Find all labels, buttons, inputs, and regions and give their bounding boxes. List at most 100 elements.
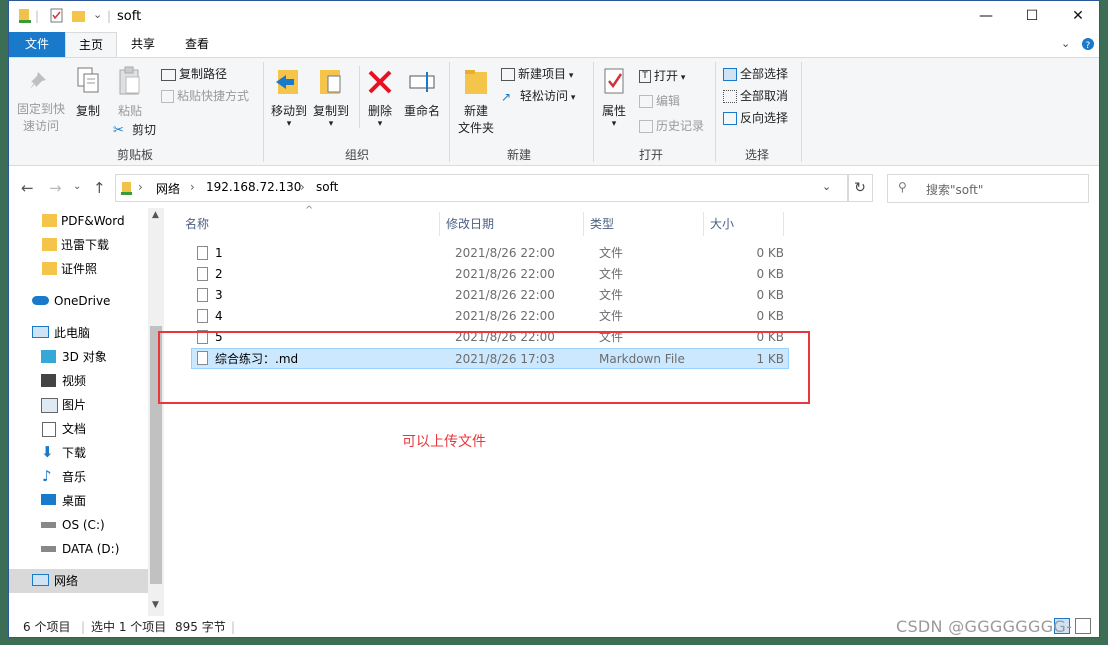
cut-button[interactable]: ✂ 剪切 [113,120,156,140]
new-item-button[interactable]: 新建项目 ▾ [501,64,573,84]
column-divider[interactable] [703,212,704,236]
easy-access-button[interactable]: ↗ 轻松访问 ▾ [501,86,575,106]
select-all-button[interactable]: 全部选择 [723,64,788,84]
file-size: 0 KB [756,267,784,281]
nav-item-videos[interactable]: 视频 [9,369,148,393]
new-item-label: 新建项目 [518,67,567,81]
nav-item-downloads[interactable]: ⬇ 下载 [9,441,148,465]
tab-file[interactable]: 文件 [9,32,65,57]
group-divider [263,62,264,162]
column-divider[interactable] [583,212,584,236]
scroll-down-icon[interactable]: ▼ [152,600,159,610]
qa-dropdown-icon[interactable]: ⌄ [93,8,102,21]
nav-item-3d-objects[interactable]: 3D 对象 [9,345,148,369]
rename-button[interactable]: 重命名 [401,66,443,120]
file-modified: 2021/8/26 22:00 [455,288,555,302]
address-dropdown-icon[interactable]: ⌄ [822,180,831,193]
nav-scrollbar[interactable]: ▲ ▼ [148,208,164,616]
scroll-up-icon[interactable]: ▲ [152,210,159,220]
new-item-icon [501,68,515,81]
status-divider: | [81,620,86,634]
new-folder-button[interactable]: 新建 文件夹 [455,66,497,137]
breadcrumb-host[interactable]: 192.168.72.130 [206,180,301,194]
nav-item-xunlei[interactable]: 迅雷下载 [9,233,148,257]
nav-item-onedrive[interactable]: OneDrive [9,289,148,313]
column-header-type[interactable]: 类型 [590,214,614,234]
nav-label: OneDrive [54,294,111,308]
large-icons-view-icon[interactable] [1075,618,1091,634]
breadcrumb-folder[interactable]: soft [316,180,338,194]
tab-view[interactable]: 查看 [175,32,219,57]
sort-ascending-icon: ^ [305,205,314,216]
nav-label: OS (C:) [62,518,105,532]
history-button[interactable]: 历史记录 [639,116,704,136]
paste-shortcut-label: 粘贴快捷方式 [177,89,250,103]
column-divider[interactable] [439,212,440,236]
pin-quick-access-button[interactable]: 固定到快 速访问 [15,68,67,135]
column-header-modified[interactable]: 修改日期 [446,214,494,234]
file-row[interactable]: 3 2021/8/26 22:00 文件 0 KB [191,285,789,306]
nav-item-drive-c[interactable]: OS (C:) [9,513,148,537]
recent-dropdown-icon[interactable]: ⌄ [73,181,81,192]
column-header-size[interactable]: 大小 [710,214,734,234]
file-row[interactable]: 4 2021/8/26 22:00 文件 0 KB [191,306,789,327]
delete-button[interactable]: 删除 ▾ [365,66,395,129]
nav-item-desktop[interactable]: 桌面 [9,489,148,513]
copy-button[interactable]: 复制 [71,66,105,120]
tab-share[interactable]: 共享 [121,32,165,57]
nav-item-network[interactable]: 网络 [9,569,148,593]
open-group-label: 打开 [638,148,663,162]
new-folder-qa-icon[interactable] [71,7,87,25]
search-input[interactable]: ⚲ 搜索"soft" [887,174,1089,203]
move-to-button[interactable]: 移动到 ▾ [269,66,309,129]
watermark: CSDN @GGGGGGGG- [896,617,1073,636]
open-button[interactable]: T 打开 ▾ [639,66,685,86]
file-type: 文件 [599,309,624,323]
breadcrumb-separator-icon: › [190,180,195,194]
address-bar[interactable]: › 网络 › 192.168.72.130 › soft ⌄ [115,174,849,202]
paste-shortcut-button[interactable]: 粘贴快捷方式 [161,86,249,106]
nav-item-pdf-word[interactable]: PDF&Word [9,209,148,233]
open-dropdown-icon: ▾ [678,73,686,83]
group-divider-2 [449,62,450,162]
ribbon-collapse-icon[interactable]: ⌄ [1061,37,1070,50]
nav-item-pictures[interactable]: 图片 [9,393,148,417]
file-row[interactable]: 2 2021/8/26 22:00 文件 0 KB [191,264,789,285]
nav-item-documents[interactable]: 文档 [9,417,148,441]
back-arrow-icon[interactable]: ← [21,179,34,197]
minimize-button[interactable]: — [963,1,1009,32]
nav-item-id-photo[interactable]: 证件照 [9,257,148,281]
nav-item-music[interactable]: ♪ 音乐 [9,465,148,489]
column-divider[interactable] [783,212,784,236]
properties-icon [604,68,624,94]
edit-button[interactable]: 编辑 [639,91,680,111]
group-divider-5 [801,62,802,162]
close-button[interactable]: ✕ [1055,1,1099,32]
nav-item-drive-d[interactable]: DATA (D:) [9,537,148,561]
up-arrow-icon[interactable]: ↑ [93,179,106,197]
tab-home[interactable]: 主页 [65,32,117,57]
properties-label: 属性 [601,104,626,118]
copy-to-button[interactable]: 复制到 ▾ [311,66,351,129]
column-header-name[interactable]: 名称 [185,214,209,234]
copy-path-button[interactable]: 复制路径 [161,64,227,84]
nav-item-this-pc[interactable]: 此电脑 [9,321,148,345]
forward-arrow-icon[interactable]: → [49,179,62,197]
select-none-button[interactable]: 全部取消 [723,86,788,106]
status-selected: 选中 1 个项目 [91,620,167,634]
breadcrumb-network[interactable]: 网络 [156,180,180,197]
invert-selection-button[interactable]: 反向选择 [723,108,788,128]
file-modified: 2021/8/26 22:00 [455,267,555,281]
paste-button[interactable]: 粘贴 [113,66,147,120]
maximize-button[interactable]: ☐ [1009,1,1055,32]
film-icon [41,374,56,387]
properties-qa-icon[interactable] [49,7,65,25]
new-group-label: 新建 [506,148,531,162]
help-icon[interactable]: ? [1081,37,1095,51]
document-icon [42,422,56,437]
rename-icon [409,72,435,92]
properties-button[interactable]: 属性 ▾ [597,66,631,129]
refresh-icon[interactable]: ↻ [847,174,873,202]
file-row[interactable]: 1 2021/8/26 22:00 文件 0 KB [191,243,789,264]
move-to-label: 移动到 [270,104,307,118]
